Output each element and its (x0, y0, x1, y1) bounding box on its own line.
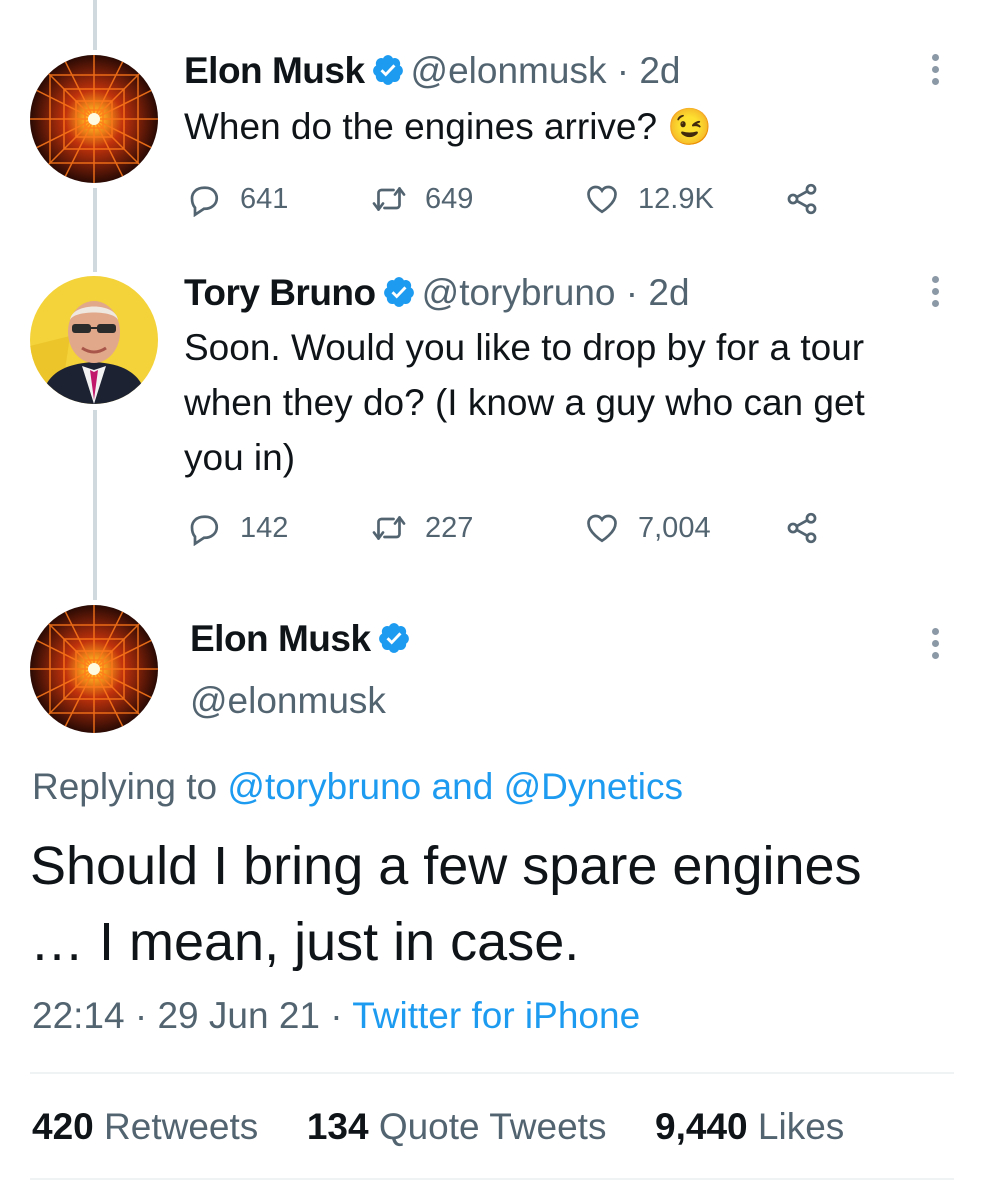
wink-emoji: 😉 (667, 106, 713, 147)
share-button[interactable] (784, 177, 820, 221)
share-icon (787, 512, 817, 544)
avatar-image-portrait (30, 276, 158, 404)
likes-count: 9,440 (655, 1106, 748, 1147)
verified-badge-icon (383, 277, 414, 307)
tweet-actions: 142 227 7,004 (186, 506, 846, 550)
tweet-age[interactable]: 2d (639, 50, 680, 91)
author-handle[interactable]: @elonmusk (411, 50, 607, 91)
quotes-count: 134 (306, 1106, 369, 1147)
main-tweet-text-line: … I mean, just in case. (30, 912, 580, 972)
like-count: 12.9K (638, 182, 714, 215)
like-icon (587, 514, 617, 543)
retweet-count: 227 (425, 511, 474, 544)
tweet-text-line: when they do? (I know a guy who can get (184, 382, 865, 423)
thread-line-2 (93, 410, 97, 600)
separator-dot: · (615, 272, 649, 313)
avatar[interactable] (30, 55, 158, 183)
replying-to: Replying to @torybruno and @Dynetics (32, 766, 683, 808)
tweet-date[interactable]: 29 Jun 21 (157, 995, 320, 1036)
retweets-stat[interactable]: 420 Retweets (32, 1106, 258, 1147)
replying-prefix: Replying to (32, 766, 218, 807)
like-icon (587, 185, 617, 214)
avatar[interactable] (30, 605, 158, 733)
author-name[interactable]: Elon Musk (190, 618, 371, 659)
reply-icon (190, 186, 219, 217)
thread-line-1 (93, 188, 97, 272)
avatar-image-tunnel (30, 55, 158, 183)
avatar[interactable] (30, 276, 158, 404)
replying-and[interactable]: and (432, 766, 494, 807)
reply-mention-torybruno[interactable]: @torybruno (227, 766, 421, 807)
more-icon[interactable] (932, 54, 942, 90)
divider (30, 1178, 954, 1180)
retweets-label: Retweets (104, 1106, 259, 1147)
tweet-text: When do the engines arrive? (184, 106, 658, 147)
retweet-icon (372, 187, 406, 211)
author-handle[interactable]: @elonmusk (190, 680, 386, 722)
likes-stat[interactable]: 9,440 Likes (655, 1106, 844, 1147)
like-count: 7,004 (638, 511, 711, 544)
author-name[interactable]: Elon Musk (184, 50, 365, 91)
tweet-actions: 641 649 12.9K (186, 177, 846, 221)
like-button[interactable]: 7,004 (584, 506, 711, 550)
more-icon[interactable] (932, 276, 942, 312)
separator-dot: · (320, 995, 353, 1036)
divider (30, 1072, 954, 1074)
engagement-stats: 420 Retweets 134 Quote Tweets 9,440 Like… (32, 1106, 844, 1148)
tweet-text-line: you in) (184, 437, 296, 478)
separator-dot: · (124, 995, 158, 1036)
quotes-label: Quote Tweets (378, 1106, 607, 1147)
share-icon (787, 183, 817, 215)
more-icon[interactable] (932, 628, 942, 664)
retweets-count: 420 (32, 1106, 94, 1147)
thread-line-top (93, 0, 97, 50)
retweet-button[interactable]: 649 (371, 177, 473, 221)
author-name[interactable]: Tory Bruno (184, 272, 376, 313)
like-button[interactable]: 12.9K (584, 177, 714, 221)
tweet-text-line: Soon. Would you like to drop by for a to… (184, 327, 865, 368)
main-tweet-text: Should I bring a few spare engines … I m… (30, 828, 862, 980)
avatar-image-tunnel (30, 605, 158, 733)
tweet-age[interactable]: 2d (648, 272, 689, 313)
main-tweet-text-line: Should I bring a few spare engines (30, 836, 862, 896)
tweet-time[interactable]: 22:14 (32, 995, 125, 1036)
share-button[interactable] (784, 506, 820, 550)
author-handle[interactable]: @torybruno (422, 272, 616, 313)
retweet-count: 649 (425, 182, 474, 215)
reply-button[interactable]: 641 (186, 177, 288, 221)
reply-button[interactable]: 142 (186, 506, 288, 550)
verified-badge-icon (372, 55, 403, 85)
retweet-icon (372, 516, 406, 540)
tweet-source[interactable]: Twitter for iPhone (352, 995, 640, 1036)
retweet-button[interactable]: 227 (371, 506, 473, 550)
reply-mention-dynetics[interactable]: @Dynetics (504, 766, 683, 807)
quotes-stat[interactable]: 134 Quote Tweets (307, 1106, 607, 1147)
reply-count: 142 (240, 511, 289, 544)
tweet-timestamp: 22:14 · 29 Jun 21 · Twitter for iPhone (32, 995, 640, 1037)
reply-icon (190, 515, 219, 546)
reply-count: 641 (240, 182, 289, 215)
likes-label: Likes (757, 1106, 845, 1147)
verified-badge-icon (378, 623, 409, 653)
separator-dot: · (606, 50, 640, 91)
